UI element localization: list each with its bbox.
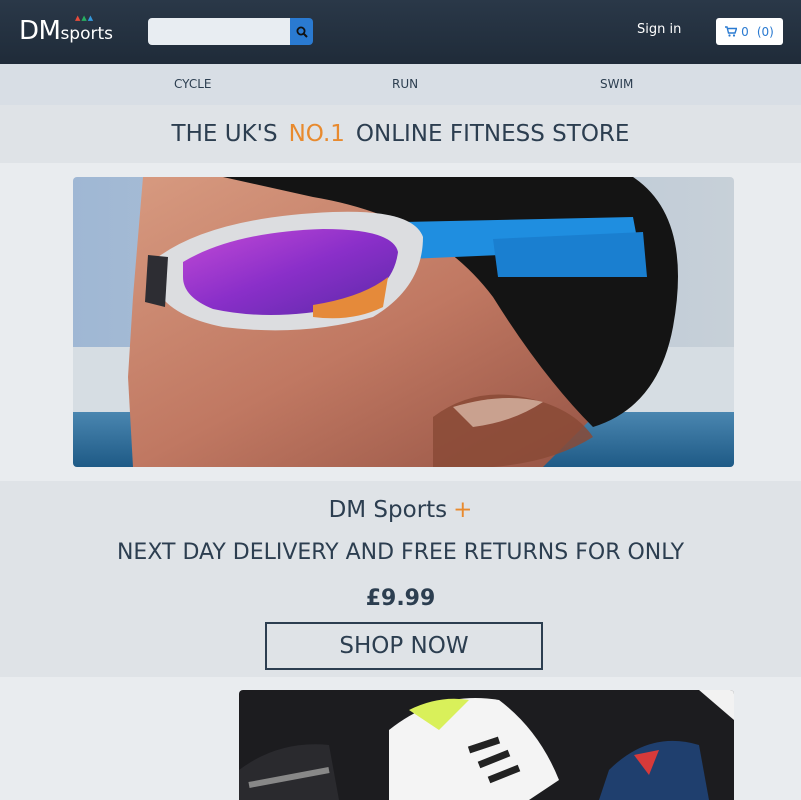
sign-in-link[interactable]: Sign in	[637, 22, 681, 37]
banner-prefix: THE UK'S	[171, 121, 278, 147]
cart-icon	[725, 26, 738, 37]
promo-title: DM Sports +	[0, 497, 801, 523]
nav-item-run[interactable]: RUN	[392, 77, 418, 91]
plus-icon: +	[453, 497, 473, 523]
search-input[interactable]	[148, 18, 290, 45]
search-icon	[296, 26, 308, 38]
dm-sports-logo[interactable]: DMsports ▲▲▲	[19, 14, 114, 46]
search-bar	[148, 18, 313, 45]
membership-promo: DM Sports + NEXT DAY DELIVERY AND FREE RE…	[0, 481, 801, 677]
banner-highlight: NO.1	[288, 121, 345, 147]
search-button[interactable]	[290, 18, 313, 45]
logo-sport-icons: ▲▲▲	[75, 14, 95, 22]
shoes-illustration	[239, 690, 734, 800]
store-banner: THE UK'S NO.1 ONLINE FITNESS STORE	[0, 105, 801, 163]
logo-sports-text: sports	[60, 24, 114, 44]
promo-price: £9.99	[365, 586, 436, 611]
category-nav: CYCLE RUN SWIM	[0, 64, 801, 105]
logo-dm-text: DM	[19, 16, 61, 46]
nav-item-swim[interactable]: SWIM	[600, 77, 633, 91]
shop-now-button[interactable]: SHOP NOW	[265, 622, 543, 670]
banner-suffix: ONLINE FITNESS STORE	[355, 121, 630, 147]
hero-swimmer-image[interactable]	[73, 177, 734, 467]
cart-items-count: (0)	[756, 24, 774, 39]
running-shoes-image[interactable]	[239, 690, 734, 800]
cart-count: 0	[741, 24, 749, 39]
nav-item-cycle[interactable]: CYCLE	[174, 77, 212, 91]
swimmer-illustration	[73, 177, 734, 467]
cart-button[interactable]: 0 (0)	[716, 18, 783, 45]
promo-title-text: DM Sports	[328, 497, 448, 523]
promo-description: NEXT DAY DELIVERY AND FREE RETURNS FOR O…	[116, 540, 685, 565]
site-header: DMsports ▲▲▲ Sign in 0 (0)	[0, 0, 801, 64]
